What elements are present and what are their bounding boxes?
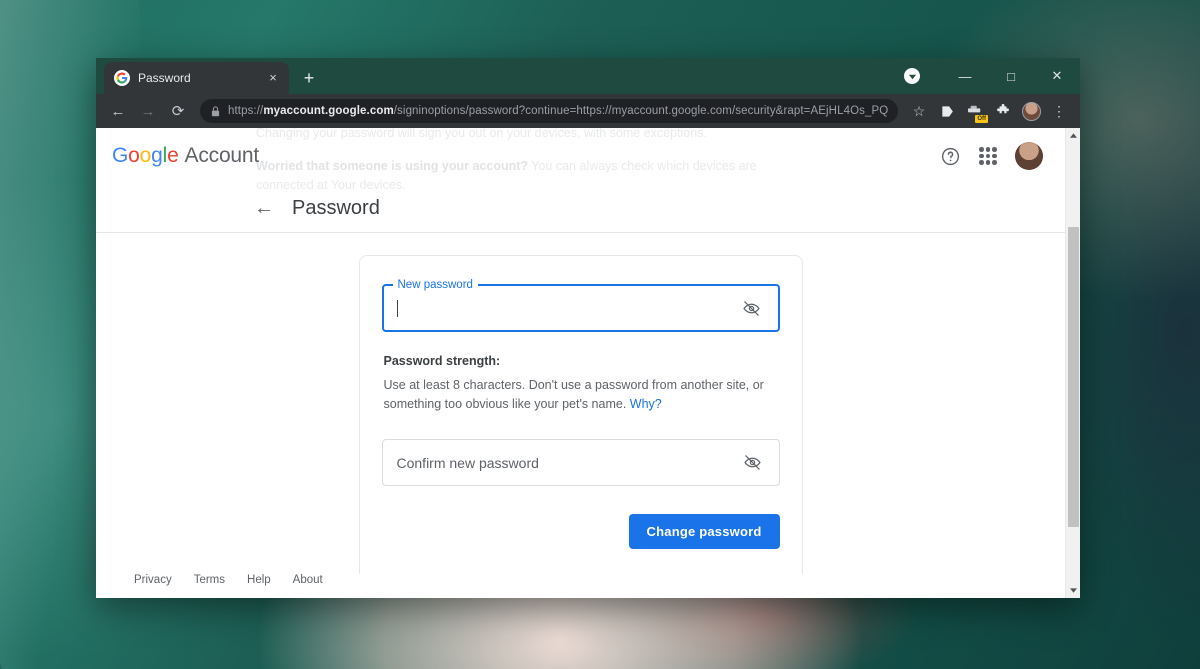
confirm-password-field[interactable]: Confirm new password [381, 439, 780, 486]
apps-grid-icon[interactable] [979, 147, 997, 165]
browser-tab-password[interactable]: Password × [104, 62, 289, 94]
close-tab-icon[interactable]: × [265, 70, 281, 86]
logo-suffix: Account [184, 144, 260, 167]
change-password-button[interactable]: Change password [628, 514, 780, 549]
forward-icon[interactable]: → [134, 97, 162, 125]
header-actions [940, 142, 1043, 170]
page-viewport: Changing your password will sign you out… [96, 128, 1080, 598]
account-header: Google Account [96, 128, 1065, 184]
address-bar[interactable]: https://myaccount.google.com/signinoptio… [200, 99, 898, 123]
page-content: New password Password strength: Use at l… [96, 233, 1065, 598]
footer-link-terms[interactable]: Terms [194, 574, 225, 586]
window-controls: — □ ✕ [904, 58, 1080, 94]
new-password-label: New password [392, 278, 478, 292]
footer-link-help[interactable]: Help [247, 574, 271, 586]
password-form-card: New password Password strength: Use at l… [358, 255, 803, 580]
minimize-button[interactable]: — [942, 58, 988, 94]
logo-letter-e: e [167, 144, 179, 167]
header-divider [96, 232, 1065, 233]
new-password-field[interactable]: New password [381, 278, 780, 332]
page-scrollbar[interactable] [1065, 128, 1080, 598]
browser-toolbar: ← → ⟳ https://myaccount.google.com/signi… [96, 94, 1080, 128]
google-account-logo[interactable]: Google Account [112, 144, 259, 168]
password-strength-block: Password strength: Use at least 8 charac… [382, 354, 780, 414]
logo-letter-o1: o [128, 144, 140, 167]
logo-letter-o2: o [139, 144, 152, 167]
scroll-up-arrow-icon[interactable] [1066, 128, 1081, 143]
back-icon[interactable]: ← [104, 97, 132, 125]
maximize-button[interactable]: □ [988, 58, 1034, 94]
text-caret [396, 299, 398, 317]
google-account-page: Changing your password will sign you out… [96, 128, 1065, 598]
eye-off-icon-confirm-password[interactable] [741, 451, 765, 475]
close-window-button[interactable]: ✕ [1034, 58, 1080, 94]
tag-icon[interactable] [934, 98, 960, 124]
scrollbar-thumb[interactable] [1067, 227, 1079, 527]
reload-icon[interactable]: ⟳ [164, 97, 192, 125]
new-tab-button[interactable]: + [295, 64, 323, 92]
lock-icon [211, 105, 220, 117]
extensions-puzzle-icon[interactable] [990, 98, 1016, 124]
back-arrow-icon[interactable]: ← [254, 198, 278, 218]
page-footer: Privacy Terms Help About [96, 574, 1065, 598]
desktop-wallpaper: Password × + — □ ✕ ← → ⟳ https://myaccou… [0, 0, 1200, 669]
browser-window: Password × + — □ ✕ ← → ⟳ https://myaccou… [96, 58, 1080, 598]
form-actions: Change password [382, 514, 780, 549]
url-text: https://myaccount.google.com/signinoptio… [228, 105, 888, 117]
notification-dot-icon[interactable] [904, 68, 920, 84]
help-circle-icon[interactable] [940, 146, 961, 167]
password-strength-help: Use at least 8 characters. Don't use a p… [383, 378, 764, 411]
off-badge-label: Off [975, 115, 988, 123]
footer-link-about[interactable]: About [293, 574, 323, 586]
tab-strip: Password × + — □ ✕ [96, 58, 1080, 94]
scrollbar-track[interactable] [1066, 143, 1081, 583]
google-g-icon [114, 70, 130, 86]
adblock-off-icon[interactable]: Off [962, 98, 988, 124]
logo-letter-g: g [151, 144, 163, 167]
eye-off-icon-new-password[interactable] [740, 296, 764, 320]
bookmark-star-icon[interactable]: ☆ [906, 98, 932, 124]
logo-letter-G: G [112, 144, 129, 167]
page-title: Password [292, 196, 380, 219]
account-avatar[interactable] [1015, 142, 1043, 170]
password-strength-label: Password strength: [383, 354, 501, 368]
tab-title: Password [138, 71, 191, 85]
page-title-row: ← Password [96, 184, 1065, 232]
why-link[interactable]: Why? [630, 397, 662, 411]
footer-link-privacy[interactable]: Privacy [134, 574, 172, 586]
browser-profile-avatar[interactable] [1018, 98, 1044, 124]
scroll-down-arrow-icon[interactable] [1066, 583, 1081, 598]
browser-menu-icon[interactable]: ⋮ [1046, 98, 1072, 124]
confirm-password-placeholder: Confirm new password [396, 454, 539, 471]
